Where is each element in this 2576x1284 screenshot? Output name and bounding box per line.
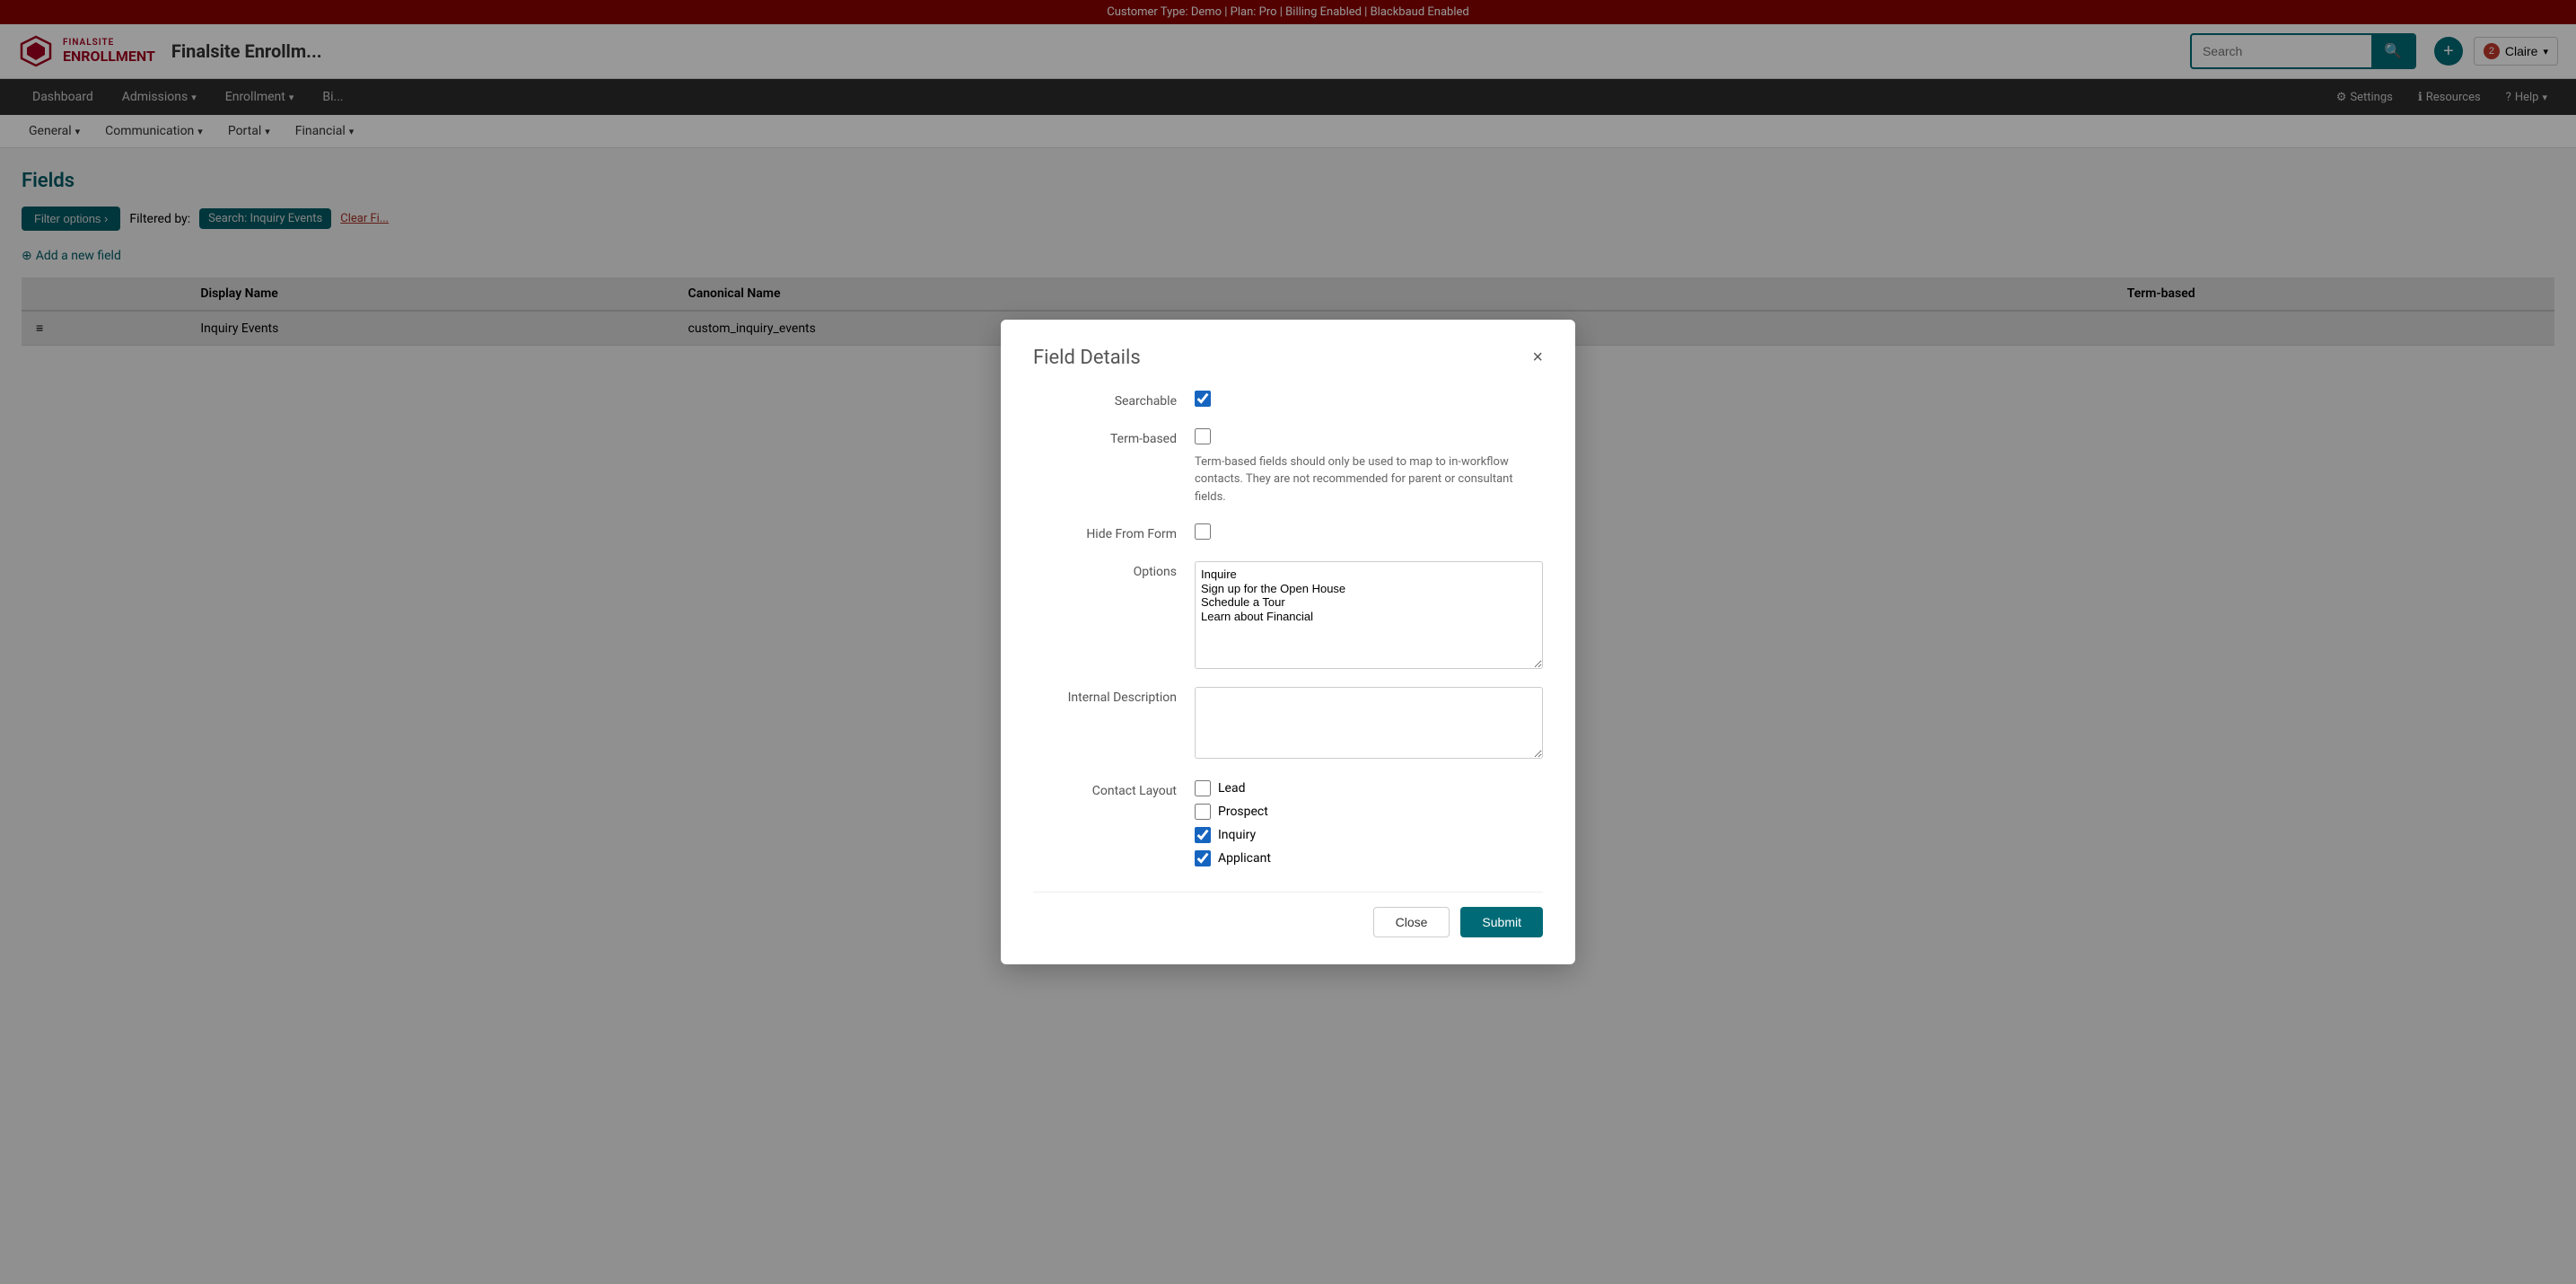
internal-description-label: Internal Description [1033, 687, 1177, 705]
contact-inquiry-label: Inquiry [1218, 828, 1256, 842]
contact-prospect-checkbox[interactable] [1195, 804, 1211, 820]
hide-from-form-checkbox[interactable] [1195, 523, 1211, 540]
options-select[interactable]: Inquire Sign up for the Open House Sched… [1195, 561, 1543, 669]
term-based-help: Term-based fields should only be used to… [1195, 453, 1543, 506]
searchable-label: Searchable [1033, 391, 1177, 409]
contact-layout-row: Contact Layout Lead Prospect Inquiry [1033, 780, 1543, 866]
internal-description-row: Internal Description [1033, 687, 1543, 762]
modal-footer: Close Submit [1033, 892, 1543, 937]
searchable-control [1195, 391, 1543, 410]
term-based-checkbox[interactable] [1195, 428, 1211, 444]
term-based-label: Term-based [1033, 428, 1177, 446]
internal-description-control [1195, 687, 1543, 762]
term-based-row: Term-based Term-based fields should only… [1033, 428, 1543, 506]
internal-description-textarea[interactable] [1195, 687, 1543, 759]
modal-overlay: Field Details × Searchable Term-based Te… [0, 0, 2576, 1284]
contact-inquiry-checkbox[interactable] [1195, 827, 1211, 843]
close-button[interactable]: Close [1373, 907, 1450, 937]
contact-layout-prospect: Prospect [1195, 804, 1543, 820]
modal-close-button[interactable]: × [1532, 348, 1543, 366]
contact-layout-control: Lead Prospect Inquiry Applicant [1195, 780, 1543, 866]
contact-lead-label: Lead [1218, 781, 1245, 796]
contact-layout-lead: Lead [1195, 780, 1543, 796]
modal-title: Field Details [1033, 347, 1141, 369]
modal-header: Field Details × [1033, 347, 1543, 369]
options-control: Inquire Sign up for the Open House Sched… [1195, 561, 1543, 669]
options-row: Options Inquire Sign up for the Open Hou… [1033, 561, 1543, 669]
searchable-row: Searchable [1033, 391, 1543, 410]
field-details-modal: Field Details × Searchable Term-based Te… [1001, 320, 1575, 965]
term-based-control: Term-based fields should only be used to… [1195, 428, 1543, 506]
submit-button[interactable]: Submit [1460, 907, 1543, 937]
contact-lead-checkbox[interactable] [1195, 780, 1211, 796]
contact-layout-inquiry: Inquiry [1195, 827, 1543, 843]
contact-layout-label: Contact Layout [1033, 780, 1177, 798]
contact-prospect-label: Prospect [1218, 805, 1268, 819]
searchable-checkbox[interactable] [1195, 391, 1211, 407]
options-label: Options [1033, 561, 1177, 579]
contact-layout-options: Lead Prospect Inquiry Applicant [1195, 780, 1543, 866]
hide-from-form-label: Hide From Form [1033, 523, 1177, 541]
contact-applicant-label: Applicant [1218, 851, 1271, 866]
hide-from-form-row: Hide From Form [1033, 523, 1543, 543]
contact-applicant-checkbox[interactable] [1195, 850, 1211, 866]
hide-from-form-control [1195, 523, 1543, 543]
contact-layout-applicant: Applicant [1195, 850, 1543, 866]
